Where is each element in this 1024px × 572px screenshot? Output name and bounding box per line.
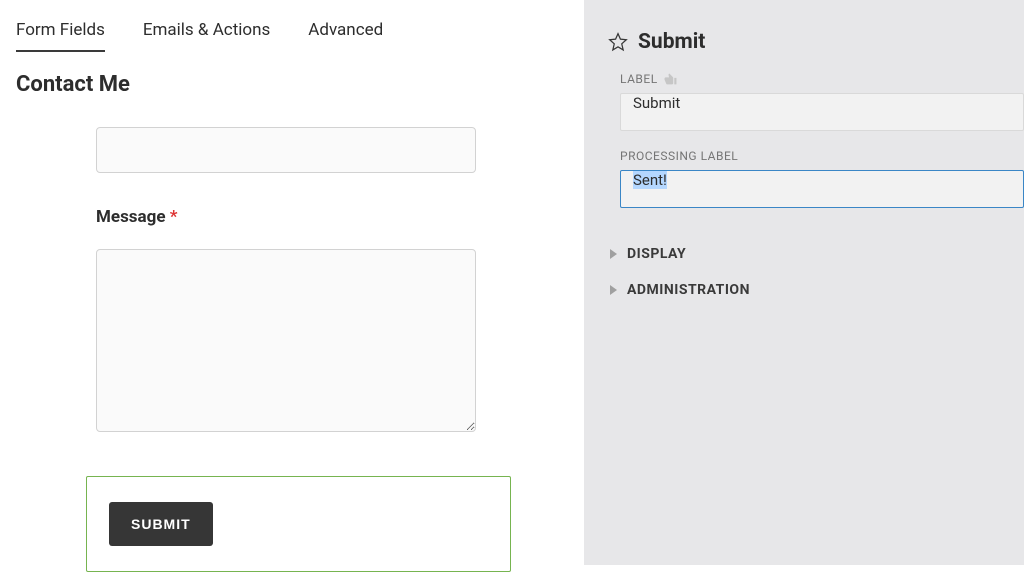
- processing-label-input[interactable]: Sent!: [620, 170, 1024, 208]
- caret-right-icon: [610, 249, 617, 259]
- submit-field-selected[interactable]: SUBMIT: [86, 476, 511, 572]
- submit-button[interactable]: SUBMIT: [109, 502, 213, 546]
- thumbs-down-icon[interactable]: [664, 73, 677, 86]
- panel-header: Submit: [608, 30, 1024, 54]
- form-title: Contact Me: [14, 72, 564, 97]
- processing-label-value: Sent!: [633, 171, 667, 189]
- caret-right-icon: [610, 285, 617, 295]
- panel-title: Submit: [638, 30, 705, 54]
- label-input[interactable]: Submit: [620, 93, 1024, 131]
- label-field-caption: LABEL: [620, 72, 1024, 86]
- message-label-text: Message: [96, 207, 166, 227]
- collapsible-sections: DISPLAY ADMINISTRATION: [608, 236, 1024, 308]
- required-asterisk: *: [170, 207, 178, 227]
- form-editor-pane: Form Fields Emails & Actions Advanced Co…: [0, 0, 584, 565]
- processing-caption-text: PROCESSING LABEL: [620, 149, 738, 163]
- section-administration[interactable]: ADMINISTRATION: [608, 272, 1024, 308]
- message-field-label: Message *: [96, 207, 564, 227]
- tab-advanced[interactable]: Advanced: [308, 20, 383, 52]
- star-icon[interactable]: [608, 32, 628, 52]
- previous-field-input[interactable]: [96, 127, 476, 173]
- processing-field-caption: PROCESSING LABEL: [620, 149, 1024, 163]
- settings-panel: Submit LABEL Submit PROCESSING LABEL Sen…: [584, 0, 1024, 565]
- message-textarea[interactable]: [96, 249, 476, 432]
- tabs: Form Fields Emails & Actions Advanced: [14, 20, 564, 52]
- processing-label-field-block: PROCESSING LABEL Sent!: [608, 149, 1024, 208]
- label-caption-text: LABEL: [620, 72, 658, 86]
- label-field-block: LABEL Submit: [608, 72, 1024, 131]
- section-display[interactable]: DISPLAY: [608, 236, 1024, 272]
- form-preview: Message * SUBMIT: [14, 127, 564, 572]
- section-administration-label: ADMINISTRATION: [627, 282, 750, 298]
- tab-emails-actions[interactable]: Emails & Actions: [143, 20, 270, 52]
- section-display-label: DISPLAY: [627, 246, 686, 262]
- tab-form-fields[interactable]: Form Fields: [16, 20, 105, 52]
